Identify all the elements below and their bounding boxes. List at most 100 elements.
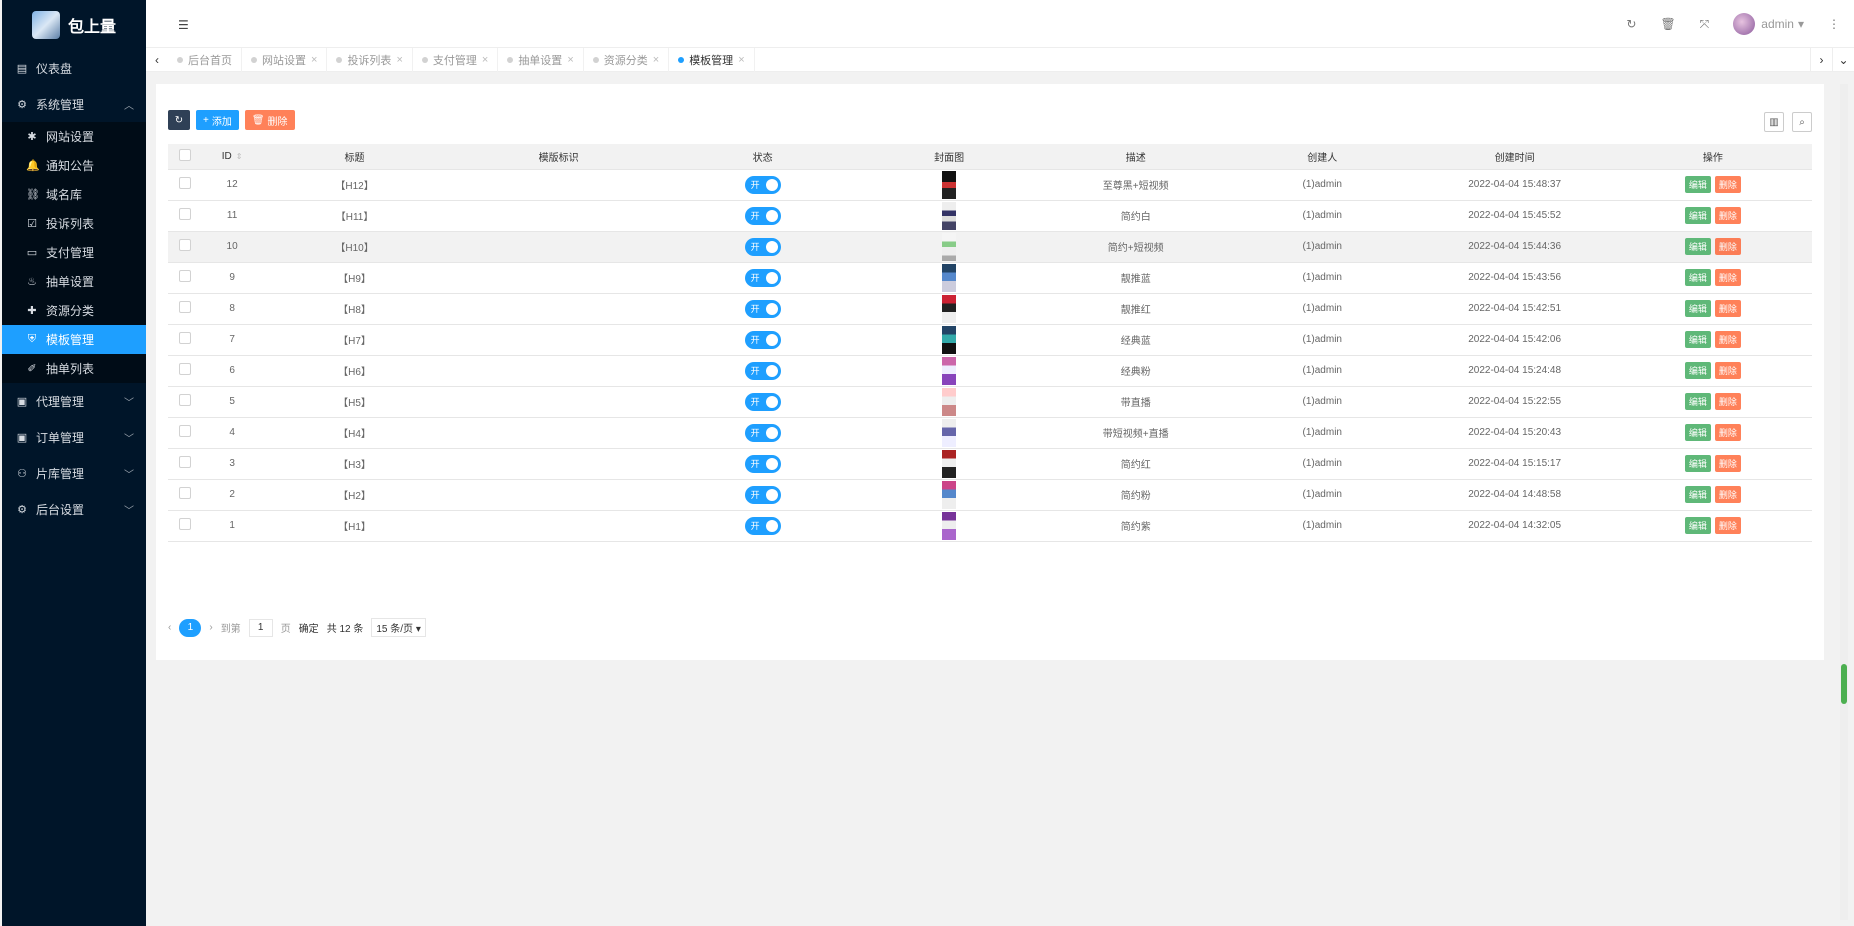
close-icon[interactable]: × [396, 54, 402, 66]
tab-menu-icon[interactable]: ⌄ [1832, 48, 1854, 72]
add-button[interactable]: + 添加 [196, 110, 239, 130]
edit-button[interactable]: 编辑 [1684, 486, 1711, 503]
status-toggle[interactable]: 开 [744, 299, 781, 318]
page-prev-icon[interactable]: ‹ [168, 622, 171, 633]
edit-button[interactable]: 编辑 [1684, 455, 1711, 472]
refresh-icon[interactable]: ↻ [1626, 17, 1636, 31]
cover-thumbnail[interactable] [942, 170, 957, 199]
status-toggle[interactable]: 开 [744, 175, 781, 194]
status-toggle[interactable]: 开 [744, 268, 781, 287]
status-toggle[interactable]: 开 [744, 423, 781, 442]
sidebar-group[interactable]: ▣ 订单管理 ﹀ [2, 419, 146, 455]
edit-button[interactable]: 编辑 [1684, 517, 1711, 534]
status-toggle[interactable]: 开 [744, 330, 781, 349]
refresh-button[interactable]: ↻ [168, 110, 190, 130]
row-checkbox[interactable] [179, 363, 192, 375]
status-toggle[interactable]: 开 [744, 392, 781, 411]
status-toggle[interactable]: 开 [744, 516, 781, 535]
tab-prev-icon[interactable]: ‹ [146, 53, 168, 67]
edit-button[interactable]: 编辑 [1684, 331, 1711, 348]
table-row[interactable]: 8 【H8】 开 靓推红 (1)admin 2022-04-04 15:42:5… [168, 293, 1812, 325]
delete-row-button[interactable]: 删除 [1714, 300, 1741, 317]
status-toggle[interactable]: 开 [744, 361, 781, 380]
sidebar-group[interactable]: ▣ 代理管理 ﹀ [2, 383, 146, 419]
table-row[interactable]: 3 【H3】 开 简约红 (1)admin 2022-04-04 15:15:1… [168, 448, 1812, 480]
scrollbar-thumb[interactable] [1841, 664, 1847, 704]
row-checkbox[interactable] [179, 487, 192, 499]
close-icon[interactable]: × [311, 54, 317, 66]
page-size-select[interactable]: 15 条/页 ▾ [371, 618, 426, 637]
status-toggle[interactable]: 开 [744, 485, 781, 504]
delete-button[interactable]: 🗑 删除 [244, 110, 295, 130]
more-vertical-icon[interactable]: ⋮ [1828, 17, 1840, 31]
table-row[interactable]: 2 【H2】 开 简约粉 (1)admin 2022-04-04 14:48:5… [168, 479, 1812, 511]
cover-thumbnail[interactable] [942, 511, 957, 540]
tab[interactable]: 模板管理 × [669, 47, 755, 72]
tab[interactable]: 资源分类 × [584, 47, 670, 72]
cover-thumbnail[interactable] [942, 263, 957, 292]
delete-row-button[interactable]: 删除 [1714, 517, 1741, 534]
cover-thumbnail[interactable] [942, 232, 957, 261]
page-next-icon[interactable]: › [209, 622, 212, 633]
row-checkbox[interactable] [179, 332, 192, 344]
cover-thumbnail[interactable] [942, 294, 957, 323]
tab-next-icon[interactable]: › [1810, 48, 1832, 72]
edit-button[interactable]: 编辑 [1684, 238, 1711, 255]
edit-button[interactable]: 编辑 [1684, 362, 1711, 379]
table-row[interactable]: 4 【H4】 开 带短视频+直播 (1)admin 2022-04-04 15:… [168, 417, 1812, 449]
edit-button[interactable]: 编辑 [1684, 176, 1711, 193]
sidebar-item[interactable]: ▭ 支付管理 [2, 238, 146, 267]
sidebar-item[interactable]: ⛨ 模板管理 [2, 325, 146, 354]
delete-row-button[interactable]: 删除 [1714, 486, 1741, 503]
close-icon[interactable]: × [567, 54, 573, 66]
page-input[interactable]: 1 [248, 618, 273, 637]
page-confirm-button[interactable]: 确定 [299, 620, 319, 635]
sidebar-group[interactable]: ⚇ 片库管理 ﹀ [2, 455, 146, 491]
logo[interactable]: 包上量 [2, 0, 146, 50]
tab[interactable]: 后台首页 [168, 47, 242, 72]
table-row[interactable]: 5 【H5】 开 带直播 (1)admin 2022-04-04 15:22:5… [168, 386, 1812, 418]
close-icon[interactable]: × [482, 54, 488, 66]
close-icon[interactable]: × [738, 54, 744, 66]
close-icon[interactable]: × [653, 54, 659, 66]
fullscreen-icon[interactable]: ⤧ [1700, 17, 1710, 32]
row-checkbox[interactable] [179, 456, 192, 468]
row-checkbox[interactable] [179, 177, 192, 189]
status-toggle[interactable]: 开 [744, 206, 781, 225]
delete-row-button[interactable]: 删除 [1714, 176, 1741, 193]
columns-filter-icon[interactable]: ▥ [1764, 112, 1784, 132]
tab[interactable]: 投诉列表 × [327, 47, 413, 72]
table-row[interactable]: 11 【H11】 开 简约白 (1)admin 2022-04-04 15:45… [168, 200, 1812, 232]
delete-row-button[interactable]: 删除 [1714, 269, 1741, 286]
row-checkbox[interactable] [179, 270, 192, 282]
sidebar-item[interactable]: ✐ 抽单列表 [2, 354, 146, 383]
column-header[interactable]: ID ⇕ [202, 144, 262, 170]
page-current[interactable]: 1 [179, 618, 202, 637]
sidebar-item[interactable]: ♨ 抽单设置 [2, 267, 146, 296]
row-checkbox[interactable] [179, 239, 192, 251]
delete-row-button[interactable]: 删除 [1714, 331, 1741, 348]
menu-toggle-icon[interactable]: ☰ [178, 18, 189, 32]
edit-button[interactable]: 编辑 [1684, 300, 1711, 317]
row-checkbox[interactable] [179, 518, 192, 530]
cover-thumbnail[interactable] [942, 356, 957, 385]
row-checkbox[interactable] [179, 208, 192, 220]
sidebar-item[interactable]: ✱ 网站设置 [2, 122, 146, 151]
delete-row-button[interactable]: 删除 [1714, 455, 1741, 472]
cover-thumbnail[interactable] [942, 449, 957, 478]
row-checkbox[interactable] [179, 425, 192, 437]
search-icon[interactable]: ⌕ [1792, 112, 1812, 132]
edit-button[interactable]: 编辑 [1684, 269, 1711, 286]
edit-button[interactable]: 编辑 [1684, 424, 1711, 441]
delete-row-button[interactable]: 删除 [1714, 424, 1741, 441]
select-all-checkbox[interactable] [179, 148, 192, 161]
sidebar-item[interactable]: 🔔 通知公告 [2, 151, 146, 180]
sidebar-item-dashboard[interactable]: ▤ 仪表盘 [2, 50, 146, 86]
delete-row-button[interactable]: 删除 [1714, 362, 1741, 379]
cover-thumbnail[interactable] [942, 387, 957, 416]
cover-thumbnail[interactable] [942, 480, 957, 509]
tab[interactable]: 网站设置 × [242, 47, 328, 72]
trash-icon[interactable]: 🗑 [1660, 17, 1675, 31]
delete-row-button[interactable]: 删除 [1714, 238, 1741, 255]
delete-row-button[interactable]: 删除 [1714, 207, 1741, 224]
